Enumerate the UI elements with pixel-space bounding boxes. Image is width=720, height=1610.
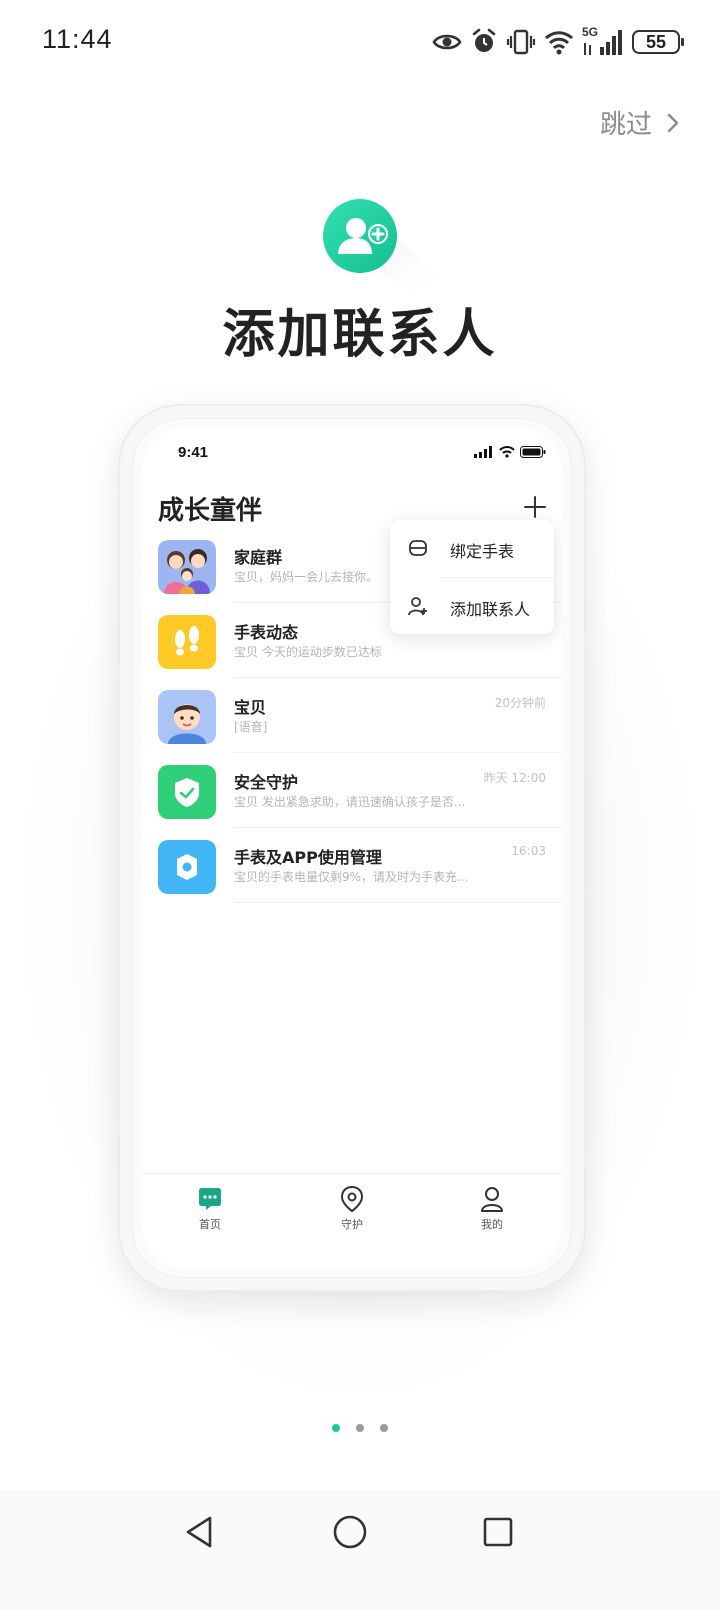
chat-name: 宝贝 (234, 698, 267, 717)
chat-name: 手表及APP使用管理 (234, 848, 382, 867)
phone-status-time: 9:41 (178, 444, 209, 461)
recents-icon[interactable] (478, 1512, 518, 1552)
shield-avatar (158, 765, 216, 819)
chat-preview: 宝贝，妈妈一会儿去接你。 (234, 570, 379, 584)
chat-time: 20分钟前 (494, 696, 546, 710)
app-title: 成长童伴 (158, 496, 263, 526)
profile-icon (481, 1187, 503, 1212)
boy-avatar (158, 690, 216, 744)
family-avatar (158, 540, 216, 594)
chevron-right-icon (667, 113, 679, 132)
hero-title: 添加联系人 (222, 305, 498, 365)
chat-preview: 宝贝 发出紧急求助，请迅速确认孩子是否... (234, 795, 466, 809)
settings-avatar (158, 840, 216, 894)
chat-time: 昨天 12:00 (483, 771, 546, 785)
phone-bezel: 9:41 成长童伴 家庭群 宝贝，妈妈一会儿去接你。 手表动态 宝贝 今天的运动… (132, 418, 572, 1278)
wifi-icon (545, 31, 573, 55)
tab-profile[interactable]: 我的 (452, 1184, 532, 1244)
list-item[interactable]: 手表及APP使用管理 宝贝的手表电量仅剩9%，请及时为手表充... 16:03 (142, 828, 562, 903)
wifi-icon (499, 446, 515, 458)
home-icon[interactable] (330, 1512, 370, 1552)
chat-name: 家庭群 (234, 548, 283, 567)
tab-label: 我的 (481, 1218, 503, 1231)
chat-preview: 宝贝的手表电量仅剩9%，请及时为手表充... (234, 870, 469, 884)
menu-item-add-contact[interactable]: 添加联系人 (390, 578, 554, 634)
divider (234, 902, 562, 903)
phone-tab-bar: 首页 守护 我的 (142, 1173, 562, 1268)
phone-screen: 9:41 成长童伴 家庭群 宝贝，妈妈一会儿去接你。 手表动态 宝贝 今天的运动… (142, 428, 562, 1268)
page-dot-1[interactable] (332, 1424, 340, 1432)
status-time: 11:44 (42, 24, 113, 54)
footprints-avatar (158, 615, 216, 669)
popup-menu: 绑定手表 添加联系人 (390, 520, 554, 634)
list-item[interactable]: 安全守护 宝贝 发出紧急求助，请迅速确认孩子是否... 昨天 12:00 (142, 753, 562, 828)
tab-guard[interactable]: 守护 (312, 1184, 392, 1244)
signal-icon: 5G (582, 25, 624, 57)
phone-mockup: 9:41 成长童伴 家庭群 宝贝，妈妈一会儿去接你。 手表动态 宝贝 今天的运动… (118, 404, 586, 1292)
chat-time: 16:03 (511, 844, 546, 858)
list-item[interactable]: 宝贝 [语音] 20分钟前 (142, 678, 562, 753)
skip-button[interactable]: 跳过 (600, 104, 680, 141)
battery-level: 55 (645, 31, 667, 52)
status-bar: 11:44 5G 55 (0, 0, 720, 84)
status-icons: 5G 55 (432, 22, 684, 62)
chat-preview: [语音] (234, 720, 268, 734)
menu-item-label: 添加联系人 (450, 600, 531, 619)
pagination-dots (0, 1424, 720, 1432)
location-icon (340, 1185, 364, 1213)
plus-icon[interactable] (522, 494, 548, 520)
page-dot-2[interactable] (356, 1424, 364, 1432)
watch-icon (409, 540, 427, 556)
back-icon[interactable] (180, 1512, 220, 1552)
chat-name: 安全守护 (234, 773, 299, 792)
chat-icon (199, 1188, 221, 1210)
alarm-icon (472, 28, 496, 52)
signal-icon (474, 446, 492, 458)
system-nav-bar (0, 1490, 720, 1610)
skip-label: 跳过 (599, 110, 652, 140)
chat-name: 手表动态 (234, 623, 299, 642)
battery-icon: 55 (632, 30, 684, 54)
add-user-icon (408, 597, 427, 616)
chat-preview: 宝贝 今天的运动步数已达标 (234, 645, 382, 659)
vibrate-icon (506, 29, 536, 55)
menu-item-label: 绑定手表 (450, 542, 515, 561)
phone-status-bar: 9:41 (142, 428, 562, 468)
page-dot-3[interactable] (380, 1424, 388, 1432)
tab-label: 守护 (341, 1218, 363, 1231)
battery-icon (520, 446, 546, 458)
phone-status-icons (474, 446, 546, 458)
tab-label: 首页 (199, 1218, 221, 1231)
eye-icon (432, 34, 462, 50)
menu-item-bind-watch[interactable]: 绑定手表 (390, 520, 554, 576)
tab-home[interactable]: 首页 (170, 1184, 250, 1244)
